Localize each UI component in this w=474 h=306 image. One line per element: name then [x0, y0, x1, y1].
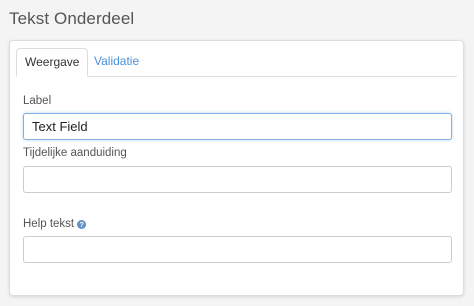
help-text-input[interactable]: [23, 236, 452, 263]
question-circle-icon[interactable]: ?: [77, 220, 87, 229]
placeholder-field-label: Tijdelijke aanduiding: [23, 147, 127, 159]
placeholder-input[interactable]: [23, 166, 452, 193]
tab-weergave[interactable]: Weergave: [16, 48, 89, 77]
page-title: Tekst Onderdeel: [9, 9, 135, 28]
help-text-field-label: Help tekst?: [23, 218, 87, 230]
tab-bar: Weergave Validatie: [16, 48, 457, 77]
properties-panel: Weergave Validatie Label Tijdelijke aand…: [9, 40, 464, 296]
help-text-label: Help tekst: [23, 218, 75, 230]
label-field-label: Label: [23, 95, 52, 107]
tab-validatie[interactable]: Validatie: [86, 48, 147, 76]
label-input[interactable]: [23, 113, 452, 140]
